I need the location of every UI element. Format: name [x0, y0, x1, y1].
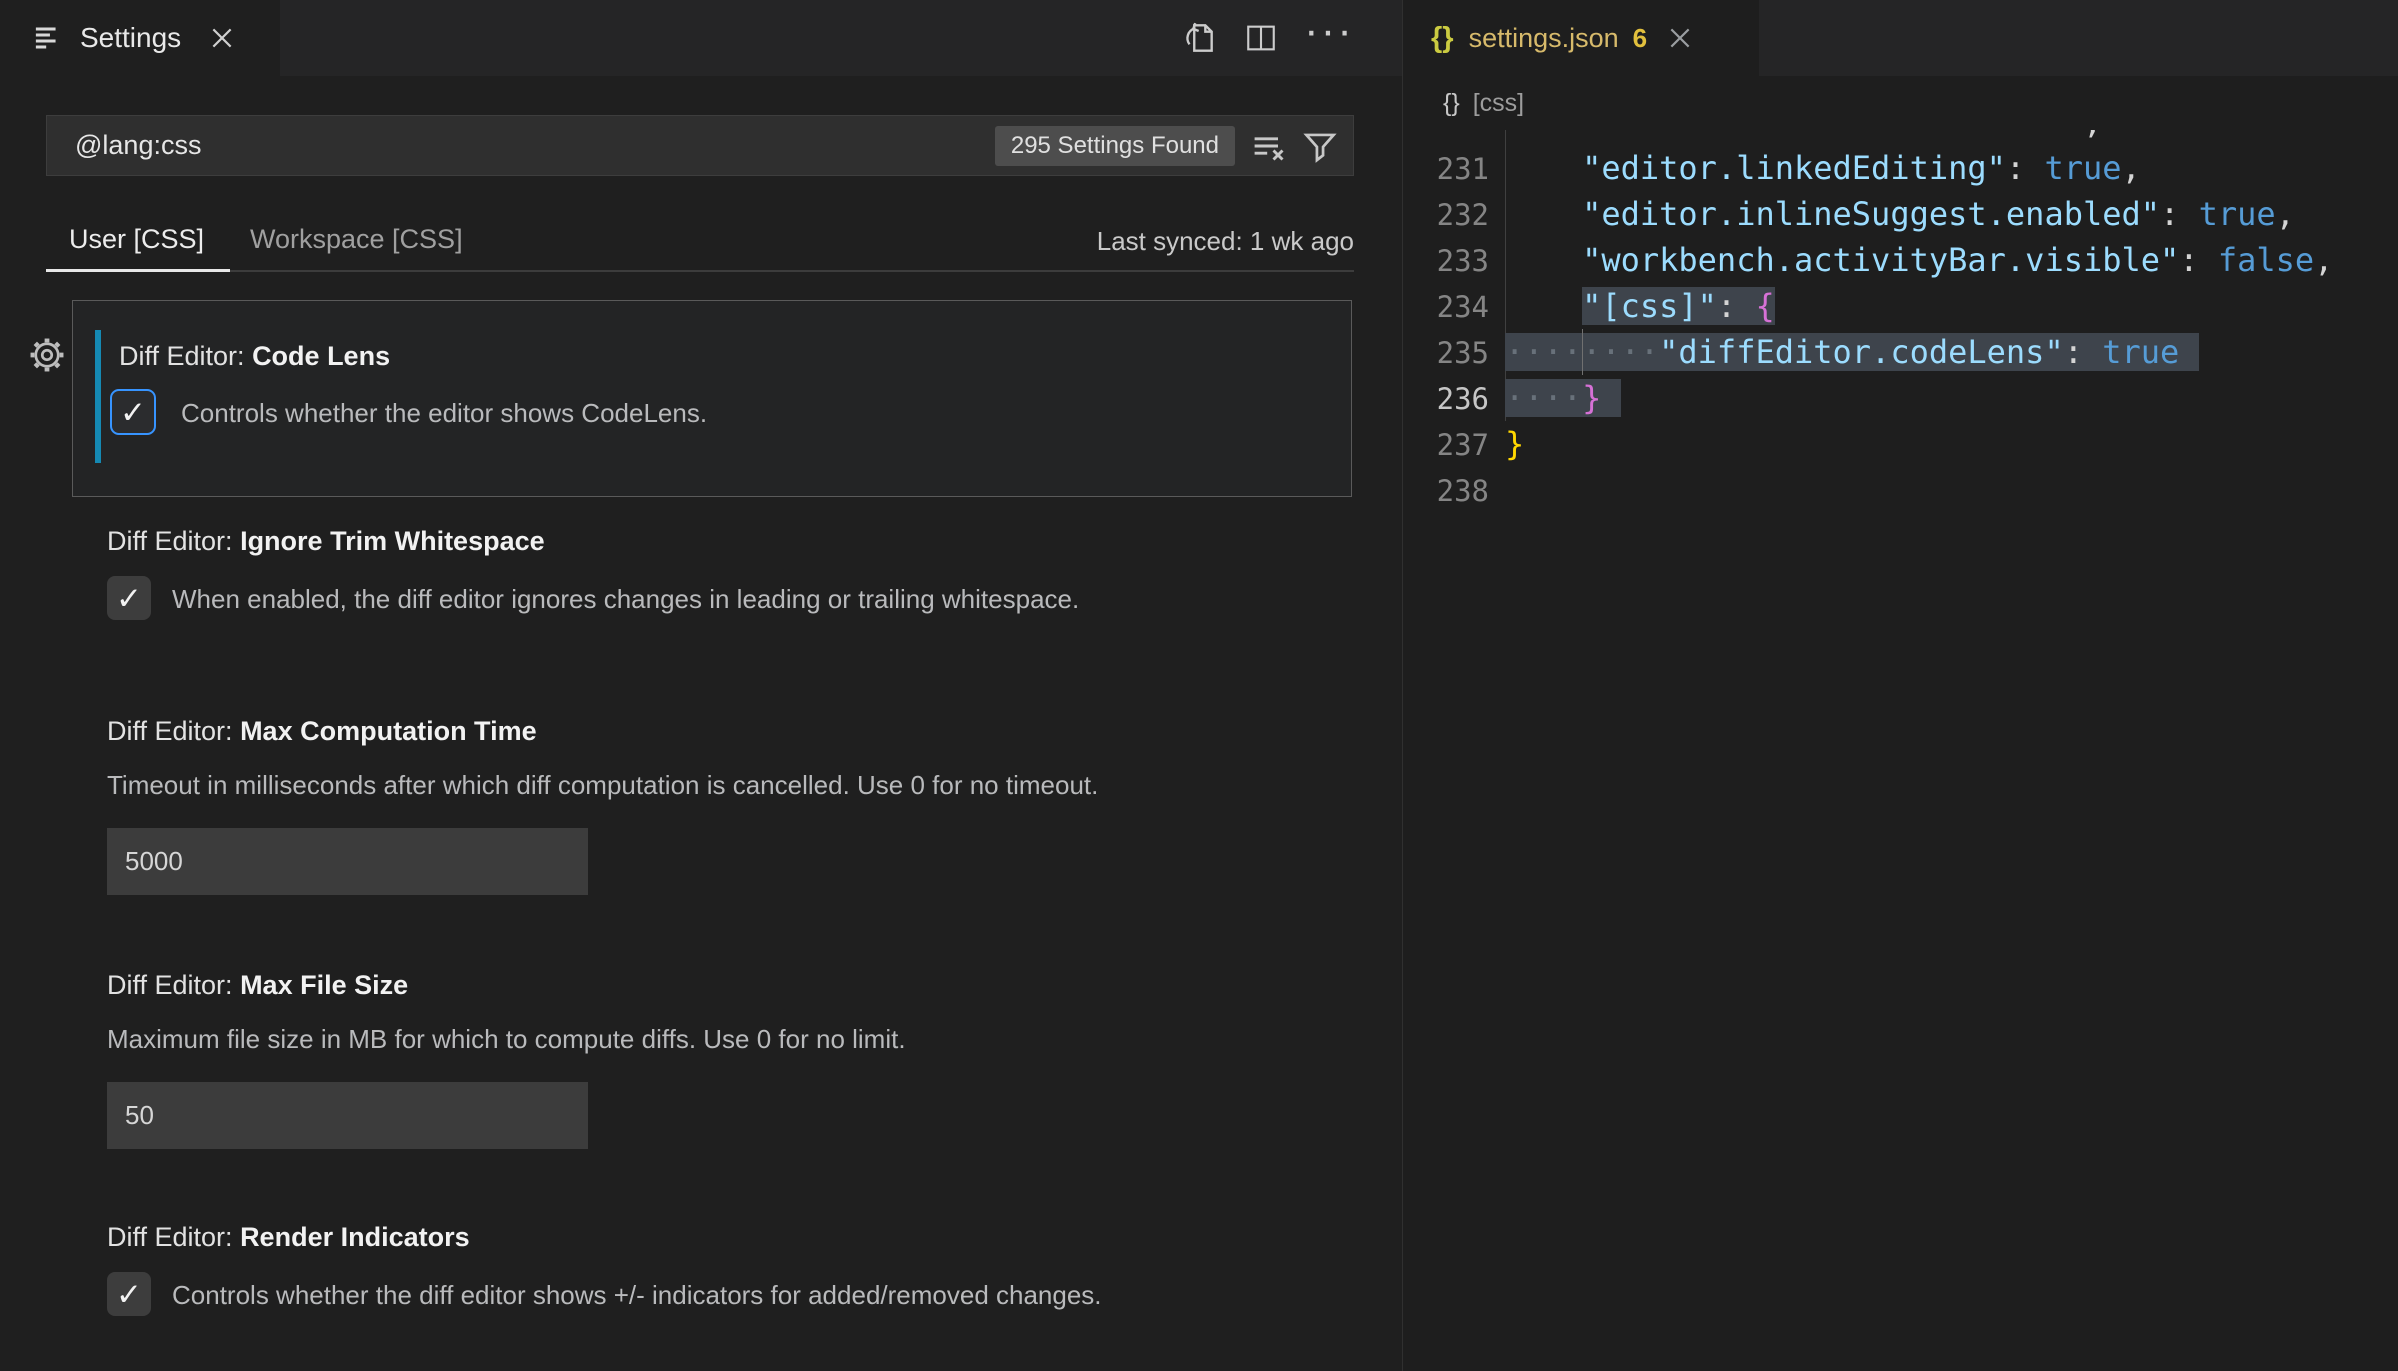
setting-description: Controls whether the editor shows CodeLe… — [181, 397, 707, 429]
code-editor[interactable]: ,231 "editor.linkedEditing": true,232 "e… — [1403, 130, 2398, 1371]
code-line: 238 — [1403, 467, 2398, 513]
results-count-badge: 295 Settings Found — [995, 126, 1235, 166]
setting-title: Diff Editor: Code Lens — [119, 341, 390, 372]
filter-funnel-icon[interactable] — [1303, 129, 1337, 163]
close-icon[interactable] — [211, 27, 233, 49]
json-editor-pane: {} settings.json 6 {} [css] ,231 "editor… — [1402, 0, 2398, 1371]
active-tab-underline — [46, 269, 230, 272]
code-line: 234 "[css]": { — [1403, 283, 2398, 329]
code-line: 231 "editor.linkedEditing": true, — [1403, 145, 2398, 191]
tab-settings-json[interactable]: {} settings.json 6 — [1403, 0, 1759, 76]
setting-description: Controls whether the diff editor shows +… — [172, 1280, 1102, 1310]
scope-tabs-divider — [46, 270, 1354, 272]
json-file-icon: {} — [1431, 22, 1454, 55]
problems-badge: 6 — [1633, 23, 1647, 54]
tab-workspace-css[interactable]: Workspace [CSS] — [250, 224, 463, 255]
settings-scope-tabs: User [CSS] Workspace [CSS] Last synced: … — [46, 214, 1354, 272]
checkbox-ignore-trim-whitespace[interactable]: ✓ — [107, 576, 151, 620]
code-lines: ,231 "editor.linkedEditing": true,232 "e… — [1403, 130, 2398, 513]
code-line: 236····} — [1403, 375, 2398, 421]
setting-gear-icon[interactable] — [28, 336, 66, 374]
code-line: 233 "workbench.activityBar.visible": fal… — [1403, 237, 2398, 283]
max-computation-time-input[interactable] — [107, 828, 588, 895]
code-line: 232 "editor.inlineSuggest.enabled": true… — [1403, 191, 2398, 237]
tab-settings[interactable]: Settings — [0, 0, 280, 76]
editor-tab-bar: Settings · — [0, 0, 1402, 76]
settings-editor-pane: Settings · — [0, 0, 1402, 1371]
setting-title: Diff Editor: Render Indicators — [107, 1222, 470, 1253]
check-icon: ✓ — [116, 1279, 142, 1310]
setting-title: Diff Editor: Ignore Trim Whitespace — [107, 526, 545, 557]
tab-title: Settings — [80, 22, 181, 54]
last-synced-label: Last synced: 1 wk ago — [1097, 226, 1354, 257]
json-symbol-icon: {} — [1443, 89, 1460, 118]
modified-indicator-bar — [95, 330, 101, 463]
setting-row-diff-editor-code-lens[interactable]: Diff Editor: Code Lens ✓ Controls whethe… — [72, 300, 1352, 497]
close-icon[interactable] — [1669, 27, 1691, 49]
editor-tab-bar: {} settings.json 6 — [1403, 0, 2398, 76]
setting-description: Maximum file size in MB for which to com… — [107, 1024, 906, 1055]
code-line: , — [1403, 130, 2398, 145]
more-actions-icon[interactable]: ··· — [1304, 11, 1354, 51]
max-file-size-input[interactable] — [107, 1082, 588, 1149]
split-editor-icon[interactable] — [1244, 21, 1278, 55]
setting-description: When enabled, the diff editor ignores ch… — [172, 584, 1079, 614]
code-line: 237} — [1403, 421, 2398, 467]
checkbox-code-lens[interactable]: ✓ — [110, 389, 156, 435]
settings-list-icon — [34, 23, 64, 53]
breadcrumb-segment[interactable]: [css] — [1473, 89, 1524, 118]
editor-actions: ··· — [1180, 0, 1354, 76]
clear-filters-icon[interactable] — [1251, 128, 1287, 164]
settings-search-input[interactable]: @lang:css 295 Settings Found — [46, 115, 1354, 176]
check-icon: ✓ — [116, 583, 142, 614]
search-query-text: @lang:css — [47, 130, 995, 161]
tab-user-css[interactable]: User [CSS] — [69, 224, 204, 255]
setting-title: Diff Editor: Max File Size — [107, 970, 408, 1001]
open-settings-json-icon[interactable] — [1180, 19, 1218, 57]
checkbox-render-indicators[interactable]: ✓ — [107, 1272, 151, 1316]
indent-guide — [1582, 329, 1583, 375]
code-line: 235········"diffEditor.codeLens": true — [1403, 329, 2398, 375]
tab-title: settings.json — [1469, 23, 1619, 54]
breadcrumb[interactable]: {} [css] — [1403, 76, 2398, 130]
check-icon: ✓ — [120, 397, 146, 428]
setting-description: Timeout in milliseconds after which diff… — [107, 770, 1098, 801]
setting-title: Diff Editor: Max Computation Time — [107, 716, 537, 747]
